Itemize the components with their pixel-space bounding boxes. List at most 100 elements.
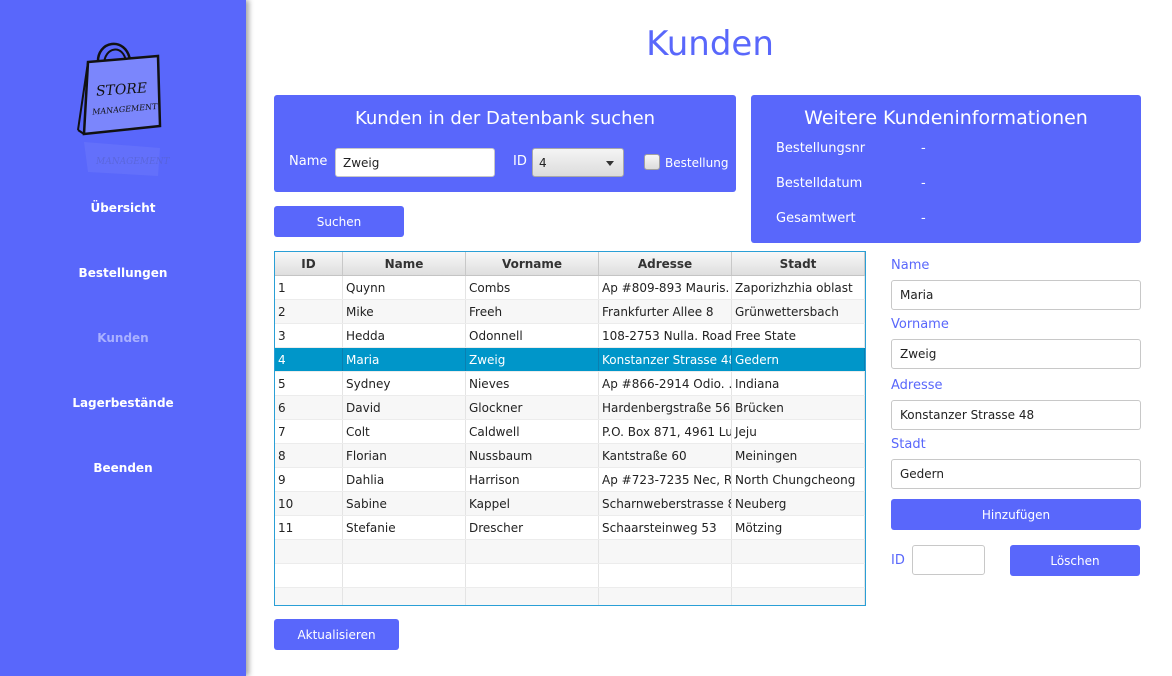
sidebar-item-lagerbestaende[interactable]: Lagerbestände	[0, 396, 246, 410]
search-id-label: ID	[513, 154, 527, 169]
cell-vorname: Caldwell	[466, 420, 599, 443]
cell-id: 9	[275, 468, 343, 491]
refresh-button[interactable]: Aktualisieren	[274, 619, 399, 650]
cell-adresse: P.O. Box 871, 4961 Lu...	[599, 420, 732, 443]
info-value-bestellungsnr: -	[921, 141, 926, 156]
form-stadt-label: Stadt	[891, 437, 926, 452]
empty-cell	[275, 564, 343, 587]
table-body: 1 Quynn Combs Ap #809-893 Mauris. ... Zapori…	[275, 276, 865, 605]
customer-table[interactable]: ID Name Vorname Adresse Stadt 1 Quynn Comb…	[274, 251, 866, 606]
cell-id: 3	[275, 324, 343, 347]
column-header-stadt[interactable]: Stadt	[732, 252, 865, 275]
cell-id: 6	[275, 396, 343, 419]
search-panel: Kunden in der Datenbank suchen Name Zwei…	[274, 95, 736, 192]
cell-adresse: Kantstraße 60	[599, 444, 732, 467]
table-row[interactable]: 2 Mike Freeh Frankfurter Allee 8 Grünwetters…	[275, 300, 865, 324]
empty-cell	[466, 588, 599, 605]
cell-name: Mike	[343, 300, 466, 323]
cell-vorname: Kappel	[466, 492, 599, 515]
cell-vorname: Nussbaum	[466, 444, 599, 467]
table-row[interactable]: 11 Stefanie Drescher Schaarsteinweg 53 Mötzi…	[275, 516, 865, 540]
page-title: Kunden	[646, 24, 774, 64]
search-id-select[interactable]: 4	[532, 148, 624, 177]
empty-cell	[343, 540, 466, 563]
empty-table-row	[275, 588, 865, 605]
cell-vorname: Zweig	[466, 348, 599, 371]
cell-name: Quynn	[343, 276, 466, 299]
column-header-id[interactable]: ID	[275, 252, 343, 275]
delete-id-input[interactable]	[912, 545, 985, 575]
cell-vorname: Nieves	[466, 372, 599, 395]
empty-cell	[343, 564, 466, 587]
cell-stadt: Indiana	[732, 372, 865, 395]
cell-stadt: Meiningen	[732, 444, 865, 467]
cell-name: Florian	[343, 444, 466, 467]
bestellung-checkbox-label: Bestellung	[665, 156, 729, 170]
cell-vorname: Freeh	[466, 300, 599, 323]
add-customer-button[interactable]: Hinzufügen	[891, 499, 1141, 530]
info-value-gesamtwert: -	[921, 211, 926, 226]
table-row[interactable]: 1 Quynn Combs Ap #809-893 Mauris. ... Zapori…	[275, 276, 865, 300]
table-row[interactable]: 5 Sydney Nieves Ap #866-2914 Odio. ... India…	[275, 372, 865, 396]
table-row[interactable]: 8 Florian Nussbaum Kantstraße 60 Meiningen	[275, 444, 865, 468]
table-row[interactable]: 3 Hedda Odonnell 108-2753 Nulla. Road Free S…	[275, 324, 865, 348]
sidebar-item-beenden[interactable]: Beenden	[0, 461, 246, 475]
table-row[interactable]: 7 Colt Caldwell P.O. Box 871, 4961 Lu... Jej…	[275, 420, 865, 444]
cell-vorname: Harrison	[466, 468, 599, 491]
sidebar-item-uebersicht[interactable]: Übersicht	[0, 201, 246, 215]
sidebar-item-bestellungen[interactable]: Bestellungen	[0, 266, 246, 280]
cell-stadt: Neuberg	[732, 492, 865, 515]
table-row[interactable]: 10 Sabine Kappel Scharnweberstrasse 84 Neube…	[275, 492, 865, 516]
info-panel: Weitere Kundeninformationen Bestellungsn…	[751, 95, 1141, 243]
sidebar-item-kunden[interactable]: Kunden	[0, 331, 246, 345]
table-row[interactable]: 4 Maria Zweig Konstanzer Strasse 48 Gedern	[275, 348, 865, 372]
cell-adresse: 108-2753 Nulla. Road	[599, 324, 732, 347]
cell-vorname: Drescher	[466, 516, 599, 539]
cell-id: 2	[275, 300, 343, 323]
sidebar: STORE MANAGEMENT MANAGEMENT Übersicht Be…	[0, 0, 246, 676]
form-name-input[interactable]: Maria	[891, 280, 1141, 310]
empty-table-row	[275, 564, 865, 588]
cell-id: 11	[275, 516, 343, 539]
delete-customer-button[interactable]: Löschen	[1010, 545, 1140, 576]
cell-adresse: Hardenbergstraße 56	[599, 396, 732, 419]
cell-stadt: North Chungcheong	[732, 468, 865, 491]
cell-name: Stefanie	[343, 516, 466, 539]
empty-cell	[275, 588, 343, 605]
cell-adresse: Scharnweberstrasse 84	[599, 492, 732, 515]
search-id-select-value: 4	[539, 155, 547, 170]
table-row[interactable]: 6 David Glockner Hardenbergstraße 56 Brücken	[275, 396, 865, 420]
cell-vorname: Combs	[466, 276, 599, 299]
cell-vorname: Odonnell	[466, 324, 599, 347]
cell-adresse: Ap #723-7235 Nec, R...	[599, 468, 732, 491]
cell-adresse: Ap #866-2914 Odio. ...	[599, 372, 732, 395]
cell-name: Colt	[343, 420, 466, 443]
cell-id: 10	[275, 492, 343, 515]
svg-text:MANAGEMENT: MANAGEMENT	[95, 157, 170, 167]
cell-adresse: Schaarsteinweg 53	[599, 516, 732, 539]
search-name-input[interactable]: Zweig	[335, 148, 495, 177]
delete-id-label: ID	[891, 553, 905, 568]
form-stadt-input[interactable]: Gedern	[891, 459, 1141, 489]
bestellung-checkbox[interactable]	[644, 154, 660, 170]
column-header-adresse[interactable]: Adresse	[599, 252, 732, 275]
column-header-vorname[interactable]: Vorname	[466, 252, 599, 275]
cell-id: 1	[275, 276, 343, 299]
search-name-label: Name	[289, 154, 328, 169]
empty-cell	[599, 588, 732, 605]
cell-stadt: Zaporizhzhia oblast	[732, 276, 865, 299]
empty-table-row	[275, 540, 865, 564]
form-vorname-input[interactable]: Zweig	[891, 339, 1141, 369]
column-header-name[interactable]: Name	[343, 252, 466, 275]
cell-stadt: Gedern	[732, 348, 865, 371]
table-row[interactable]: 9 Dahlia Harrison Ap #723-7235 Nec, R... Nor…	[275, 468, 865, 492]
info-label-bestellungsnr: Bestellungsnr	[776, 141, 866, 156]
cell-adresse: Ap #809-893 Mauris. ...	[599, 276, 732, 299]
form-adresse-input[interactable]: Konstanzer Strasse 48	[891, 400, 1141, 430]
cell-adresse: Konstanzer Strasse 48	[599, 348, 732, 371]
cell-name: Sabine	[343, 492, 466, 515]
cell-name: Sydney	[343, 372, 466, 395]
cell-id: 4	[275, 348, 343, 371]
empty-cell	[732, 588, 865, 605]
search-button[interactable]: Suchen	[274, 206, 404, 237]
